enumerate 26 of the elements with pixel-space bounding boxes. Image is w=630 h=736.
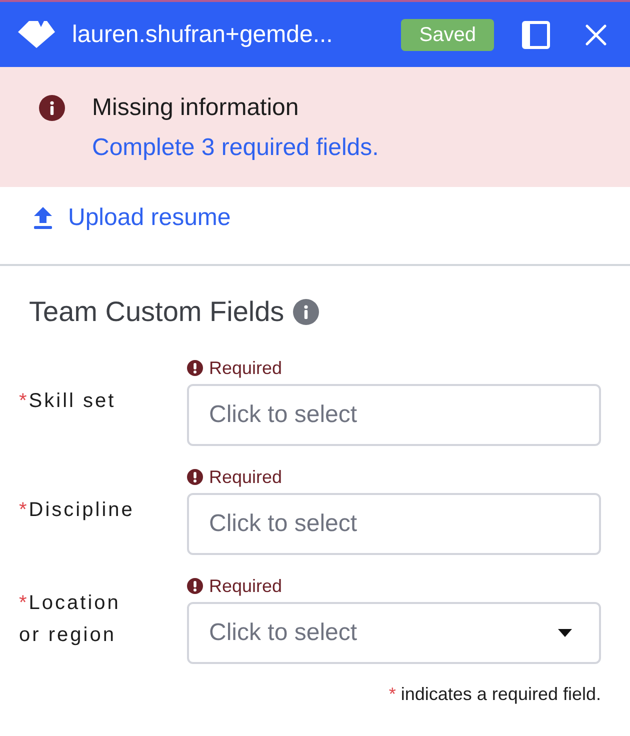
required-error-text: Required — [209, 466, 282, 489]
alert-title: Missing information — [92, 93, 299, 123]
required-error-text: Required — [209, 575, 282, 598]
select-field[interactable]: Click to select — [187, 493, 601, 555]
upload-icon — [34, 207, 52, 229]
error-icon — [187, 360, 203, 376]
alert-message-link[interactable]: Complete 3 required fields. — [92, 128, 379, 168]
section-title: Team Custom Fields — [29, 295, 284, 329]
field-label: *Location or region — [19, 591, 122, 648]
caret-icon — [558, 629, 572, 637]
required-field-note: * indicates a required field. — [388, 683, 601, 706]
maximize-icon[interactable] — [522, 20, 550, 48]
upload-resume-link[interactable]: Upload resume — [34, 202, 231, 234]
select-field[interactable]: Click to select — [187, 384, 601, 446]
close-icon[interactable] — [585, 24, 607, 46]
error-icon — [187, 578, 203, 594]
saved-status-badge: Saved — [401, 18, 494, 50]
required-error-text: Required — [209, 357, 282, 380]
info-icon — [293, 299, 320, 325]
window-title: lauren.shufran+gemde... — [72, 20, 334, 50]
field-label: *Skill set — [19, 389, 117, 414]
info-icon — [39, 95, 65, 121]
field-label: *Discipline — [19, 498, 136, 523]
select-field[interactable]: Click to select — [187, 602, 601, 664]
error-icon — [187, 469, 203, 485]
gem-logo-icon — [18, 21, 55, 48]
